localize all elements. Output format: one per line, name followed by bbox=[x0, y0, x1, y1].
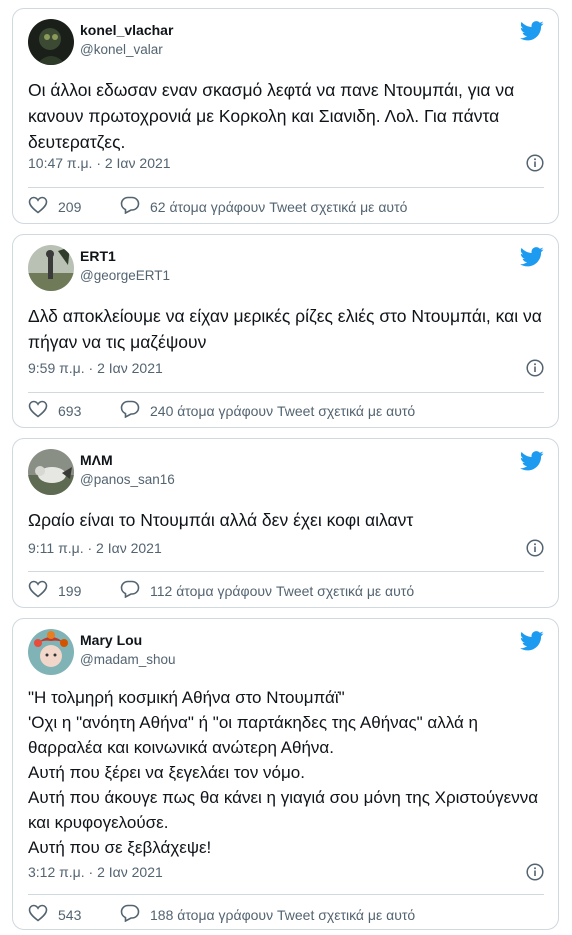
like-count: 693 bbox=[58, 402, 82, 419]
like-button[interactable]: 199 bbox=[28, 580, 120, 601]
talking-count: 240 άτομα γράφουν Tweet σχετικά με αυτό bbox=[150, 402, 416, 419]
heart-icon bbox=[28, 196, 58, 217]
tweet-timestamp[interactable]: 9:59 π.μ. · 2 Ιαν 2021 bbox=[28, 360, 163, 376]
speech-bubble-icon bbox=[120, 196, 150, 217]
reply-button[interactable]: 112 άτομα γράφουν Tweet σχετικά με αυτό bbox=[120, 580, 414, 601]
speech-bubble-icon bbox=[120, 400, 150, 421]
heart-icon bbox=[28, 580, 58, 601]
tweet-timestamp[interactable]: 9:11 π.μ. · 2 Ιαν 2021 bbox=[28, 540, 162, 556]
info-icon[interactable] bbox=[526, 539, 544, 562]
author-handle[interactable]: @madam_shou bbox=[80, 652, 176, 667]
author-name[interactable]: Mary Lou bbox=[80, 632, 142, 648]
reply-button[interactable]: 62 άτομα γράφουν Tweet σχετικά με αυτό bbox=[120, 196, 407, 217]
like-button[interactable]: 543 bbox=[28, 904, 120, 925]
twitter-bird-icon[interactable] bbox=[519, 631, 544, 656]
reply-button[interactable]: 240 άτομα γράφουν Tweet σχετικά με αυτό bbox=[120, 400, 415, 421]
like-button[interactable]: 209 bbox=[28, 196, 120, 217]
author-name[interactable]: ERT1 bbox=[80, 248, 116, 264]
twitter-bird-icon[interactable] bbox=[519, 451, 544, 476]
heart-icon bbox=[28, 904, 58, 925]
talking-count: 112 άτομα γράφουν Tweet σχετικά με αυτό bbox=[150, 582, 415, 599]
tweet-text: Δλδ αποκλείουμε να είχαν μερικές ρίζες ε… bbox=[28, 306, 547, 352]
avatar[interactable] bbox=[28, 19, 74, 65]
twitter-bird-icon[interactable] bbox=[519, 21, 544, 46]
twitter-bird-icon[interactable] bbox=[519, 247, 544, 272]
tweet-actions: 543 188 άτομα γράφουν Tweet σχετικά με α… bbox=[28, 904, 415, 925]
info-icon[interactable] bbox=[526, 154, 544, 177]
divider bbox=[28, 894, 544, 895]
tweet-actions: 199 112 άτομα γράφουν Tweet σχετικά με α… bbox=[28, 580, 414, 601]
author-handle[interactable]: @konel_valar bbox=[80, 42, 163, 57]
talking-count: 62 άτομα γράφουν Tweet σχετικά με αυτό bbox=[150, 198, 408, 215]
heart-icon bbox=[28, 400, 58, 421]
tweet-card[interactable]: ΜΛΜ @panos_san16 Ωραίο είναι το Ντουμπάι… bbox=[12, 438, 559, 608]
divider bbox=[28, 187, 544, 188]
author-name[interactable]: ΜΛΜ bbox=[80, 452, 113, 468]
speech-bubble-icon bbox=[120, 580, 150, 601]
tweet-text: Ωραίο είναι το Ντουμπάι αλλά δεν έχει κο… bbox=[28, 510, 414, 530]
avatar[interactable] bbox=[28, 245, 74, 291]
reply-button[interactable]: 188 άτομα γράφουν Tweet σχετικά με αυτό bbox=[120, 904, 415, 925]
info-icon[interactable] bbox=[526, 359, 544, 382]
tweet-timestamp[interactable]: 10:47 π.μ. · 2 Ιαν 2021 bbox=[28, 155, 171, 171]
like-button[interactable]: 693 bbox=[28, 400, 120, 421]
talking-count: 188 άτομα γράφουν Tweet σχετικά με αυτό bbox=[150, 906, 416, 923]
author-name[interactable]: konel_vlachar bbox=[80, 22, 173, 38]
like-count: 199 bbox=[58, 582, 82, 599]
tweet-card[interactable]: Mary Lou @madam_shou "Η τολμηρή κοσμική … bbox=[12, 618, 559, 930]
tweet-card[interactable]: ERT1 @georgeERT1 Δλδ αποκλείουμε να είχα… bbox=[12, 234, 559, 428]
author-handle[interactable]: @panos_san16 bbox=[80, 472, 175, 487]
tweet-card[interactable]: konel_vlachar @konel_valar Οι άλλοι εδωσ… bbox=[12, 8, 559, 224]
divider bbox=[28, 392, 544, 393]
tweet-text: "Η τολμηρή κοσμική Αθήνα στο Ντουμπάϊ" '… bbox=[28, 688, 539, 857]
tweet-text: Οι άλλοι εδωσαν εναν σκασμό λεφτά να παν… bbox=[28, 80, 520, 152]
avatar[interactable] bbox=[28, 629, 74, 675]
info-icon[interactable] bbox=[526, 863, 544, 886]
tweet-actions: 693 240 άτομα γράφουν Tweet σχετικά με α… bbox=[28, 400, 415, 421]
like-count: 209 bbox=[58, 198, 82, 215]
divider bbox=[28, 571, 544, 572]
tweet-timestamp[interactable]: 3:12 π.μ. · 2 Ιαν 2021 bbox=[28, 864, 163, 880]
speech-bubble-icon bbox=[120, 904, 150, 925]
avatar[interactable] bbox=[28, 449, 74, 495]
like-count: 543 bbox=[58, 906, 82, 923]
tweet-actions: 209 62 άτομα γράφουν Tweet σχετικά με αυ… bbox=[28, 196, 407, 217]
author-handle[interactable]: @georgeERT1 bbox=[80, 268, 170, 283]
